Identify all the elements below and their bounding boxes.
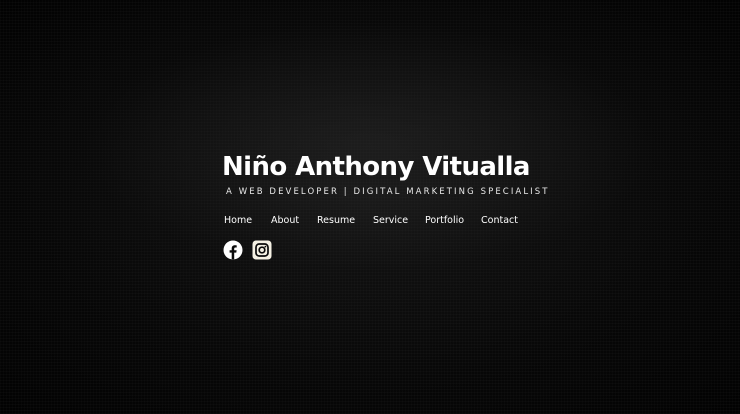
nav-link-contact[interactable]: Contact (481, 214, 521, 228)
main-nav: Home About Resume Service Portfolio Cont… (224, 214, 542, 228)
social-links (223, 240, 542, 260)
nav-link-about[interactable]: About (271, 214, 317, 228)
instagram-icon[interactable] (252, 240, 272, 260)
site-owner-name: Niño Anthony Vitualla (222, 152, 530, 182)
nav-link-resume[interactable]: Resume (317, 214, 373, 228)
nav-link-home[interactable]: Home (224, 214, 271, 228)
facebook-icon[interactable] (223, 240, 243, 260)
hero-section: Niño Anthony Vitualla A WEB DEVELOPER | … (222, 150, 550, 260)
nav-link-portfolio[interactable]: Portfolio (425, 214, 481, 228)
nav-link-service[interactable]: Service (373, 214, 425, 228)
tagline: A WEB DEVELOPER | DIGITAL MARKETING SPEC… (226, 187, 550, 197)
